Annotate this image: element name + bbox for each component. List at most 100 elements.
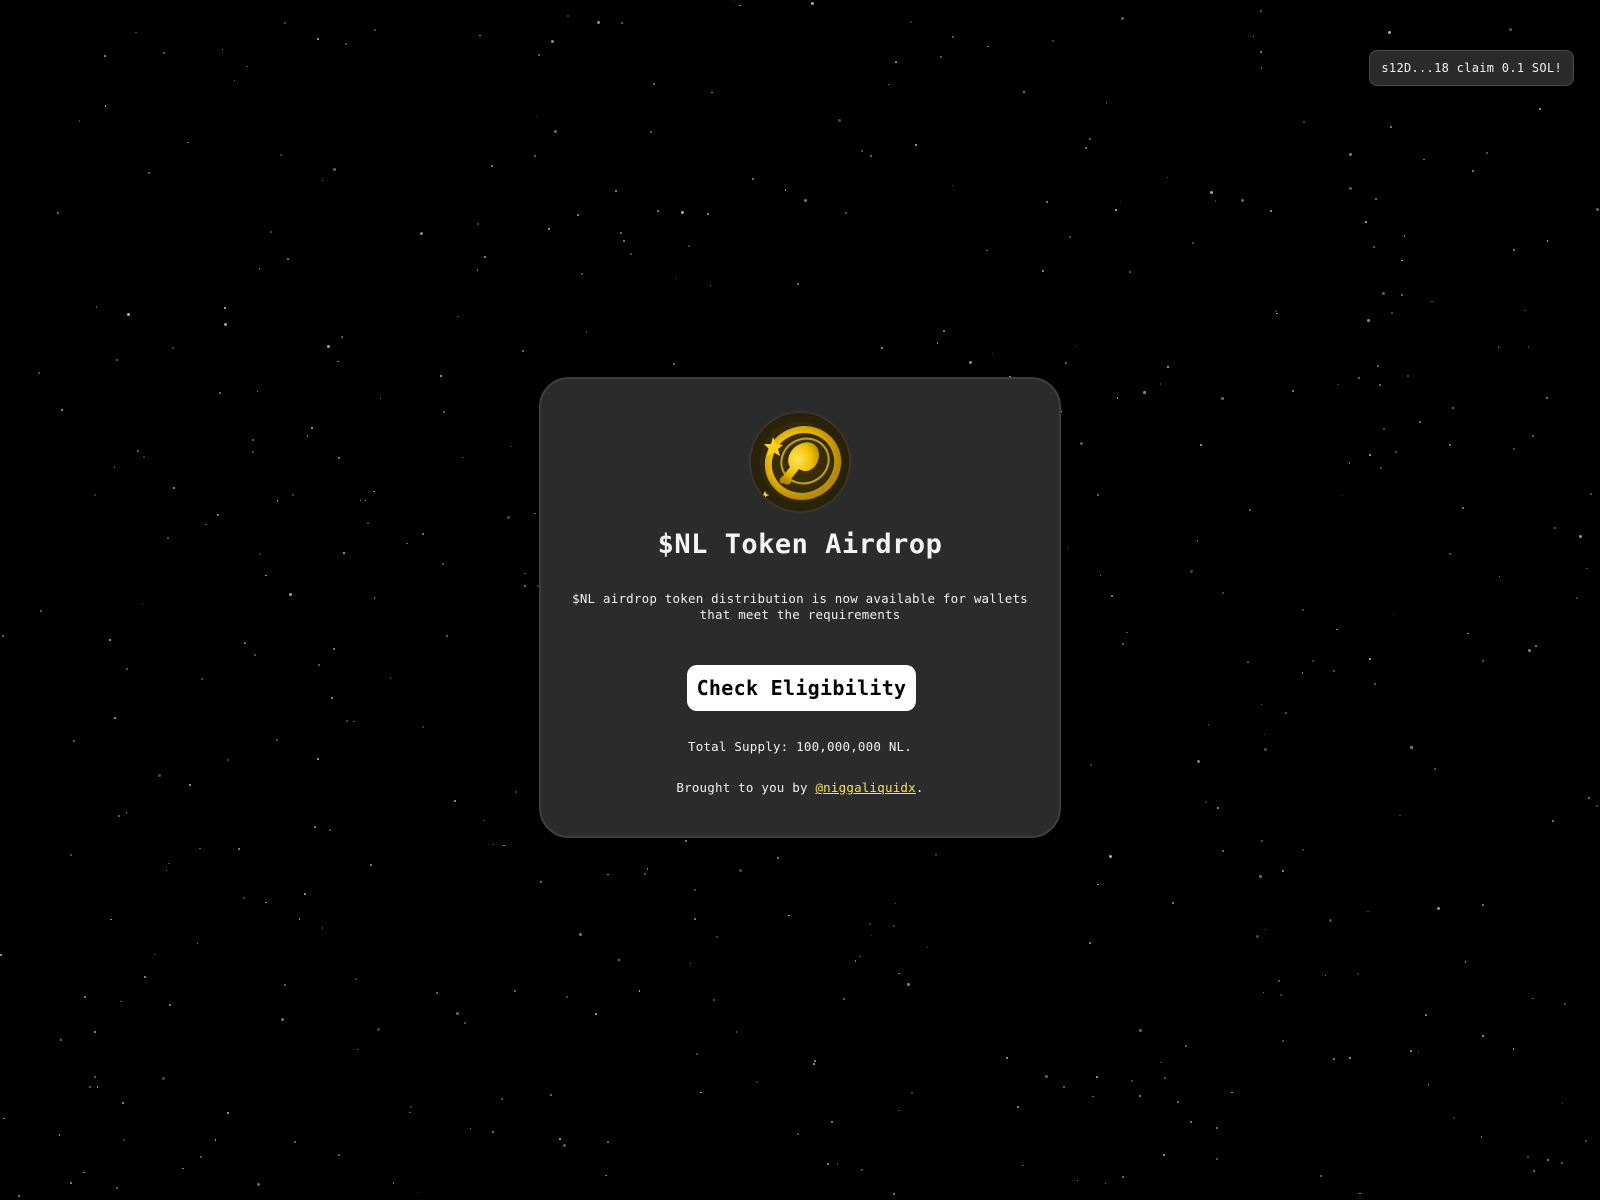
star xyxy=(392,1182,394,1184)
star xyxy=(142,456,145,459)
star xyxy=(681,210,685,214)
check-eligibility-button[interactable]: Check Eligibility xyxy=(687,665,916,711)
star xyxy=(1231,1091,1233,1093)
star xyxy=(656,209,659,212)
star xyxy=(585,331,588,333)
star xyxy=(595,1013,597,1015)
star xyxy=(1546,1159,1549,1162)
star xyxy=(259,552,262,555)
star xyxy=(165,869,168,872)
star xyxy=(224,307,226,309)
star xyxy=(409,1106,412,1109)
star xyxy=(1389,126,1392,129)
star xyxy=(1348,1057,1351,1060)
star xyxy=(104,105,107,107)
star xyxy=(550,1094,552,1096)
star xyxy=(373,490,375,493)
star xyxy=(490,164,493,167)
star xyxy=(116,358,119,361)
star xyxy=(1143,390,1147,394)
star xyxy=(1042,270,1045,273)
star xyxy=(1263,747,1267,751)
star xyxy=(566,996,568,998)
star xyxy=(199,1156,202,1158)
star xyxy=(1423,158,1425,161)
star xyxy=(374,29,377,31)
star xyxy=(1080,442,1084,446)
star xyxy=(439,374,442,377)
claim-notification-toast: s12D...18 claim 0.1 SOL! xyxy=(1369,50,1574,86)
star xyxy=(127,313,131,317)
star xyxy=(1262,991,1265,994)
star xyxy=(776,857,779,860)
star xyxy=(1382,292,1386,296)
star xyxy=(1497,346,1500,348)
total-supply-text: Total Supply: 100,000,000 NL. xyxy=(687,739,913,754)
star xyxy=(1255,935,1259,939)
star xyxy=(617,958,620,961)
star xyxy=(157,774,161,777)
star xyxy=(1375,198,1377,201)
star xyxy=(1472,170,1474,172)
star xyxy=(1512,1048,1515,1050)
star xyxy=(446,634,449,637)
star xyxy=(1545,396,1548,399)
star xyxy=(341,336,343,338)
star xyxy=(492,843,495,846)
star xyxy=(1410,745,1414,749)
star xyxy=(534,512,536,515)
star xyxy=(1586,567,1588,570)
star xyxy=(166,537,169,540)
star xyxy=(187,141,189,143)
star xyxy=(689,962,692,965)
star xyxy=(1332,670,1335,672)
star xyxy=(1291,389,1294,392)
star xyxy=(1368,453,1371,456)
star xyxy=(359,499,362,501)
star xyxy=(280,154,282,156)
credit-prefix: Brought to you by xyxy=(676,780,816,795)
star xyxy=(675,277,678,280)
star xyxy=(200,677,203,680)
star xyxy=(94,493,97,496)
description-text: $NL airdrop token distribution is now av… xyxy=(572,591,1028,622)
star xyxy=(1282,869,1285,872)
star xyxy=(1524,309,1526,312)
star xyxy=(1264,928,1267,931)
star xyxy=(870,934,873,937)
star xyxy=(1076,1179,1079,1181)
star xyxy=(813,1063,815,1065)
star xyxy=(199,847,201,849)
star xyxy=(1052,40,1054,42)
star xyxy=(1434,768,1436,770)
star xyxy=(1348,186,1352,190)
star xyxy=(484,256,486,258)
star xyxy=(605,1174,607,1177)
star xyxy=(328,829,331,832)
star xyxy=(756,1081,759,1084)
star xyxy=(1498,575,1501,578)
star xyxy=(406,542,408,545)
star xyxy=(693,888,696,891)
toast-message: s12D...18 claim 0.1 SOL! xyxy=(1381,61,1562,75)
star xyxy=(96,1086,99,1088)
star xyxy=(503,844,505,846)
star xyxy=(1122,1175,1125,1178)
star xyxy=(649,131,652,133)
star xyxy=(1532,997,1534,1000)
star xyxy=(244,642,247,645)
star xyxy=(1481,1034,1484,1037)
page-title: $NL Token Airdrop xyxy=(657,529,943,560)
star xyxy=(367,522,370,524)
star xyxy=(861,150,863,152)
star xyxy=(1160,1061,1162,1064)
star xyxy=(283,21,286,24)
star xyxy=(1482,904,1484,906)
star xyxy=(1532,434,1535,437)
star xyxy=(376,1027,380,1031)
star xyxy=(752,178,755,181)
star xyxy=(409,1111,411,1114)
star xyxy=(1437,906,1441,910)
star xyxy=(521,349,524,352)
twitter-handle-link[interactable]: @niggaliquidx xyxy=(815,780,915,795)
